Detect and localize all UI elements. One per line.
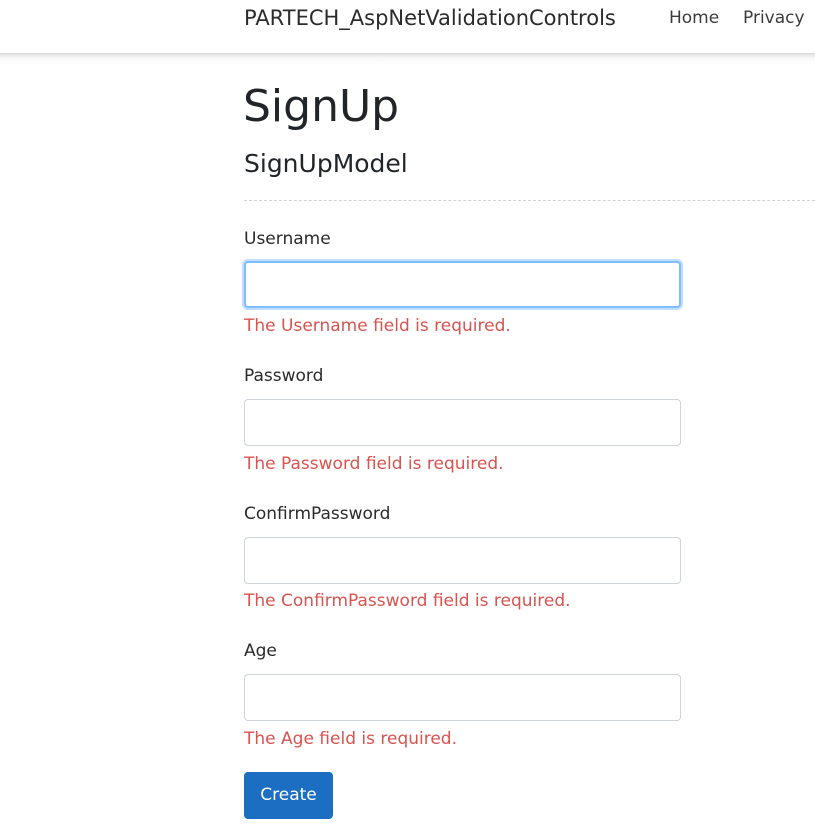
password-label: Password: [244, 366, 324, 386]
confirm-password-input[interactable]: [244, 537, 681, 584]
password-input[interactable]: [244, 399, 681, 446]
page-title: SignUp: [243, 81, 400, 132]
navbar-brand[interactable]: PARTECH_AspNetValidationControls: [244, 6, 616, 30]
password-error: The Password field is required.: [244, 454, 504, 474]
navbar-divider: [0, 53, 815, 64]
section-divider: [244, 200, 815, 201]
username-label: Username: [244, 229, 331, 249]
username-input[interactable]: [244, 261, 681, 308]
age-label: Age: [244, 641, 277, 661]
nav-link-home[interactable]: Home: [669, 8, 719, 28]
create-button[interactable]: Create: [244, 772, 333, 819]
confirm-password-label: ConfirmPassword: [244, 504, 391, 524]
username-error: The Username field is required.: [244, 316, 511, 336]
age-input[interactable]: [244, 674, 681, 721]
model-title: SignUpModel: [244, 149, 408, 178]
top-navbar: PARTECH_AspNetValidationControls Home Pr…: [0, 0, 815, 53]
nav-link-privacy[interactable]: Privacy: [743, 8, 805, 28]
age-error: The Age field is required.: [244, 729, 458, 749]
confirm-password-error: The ConfirmPassword field is required.: [244, 591, 571, 611]
